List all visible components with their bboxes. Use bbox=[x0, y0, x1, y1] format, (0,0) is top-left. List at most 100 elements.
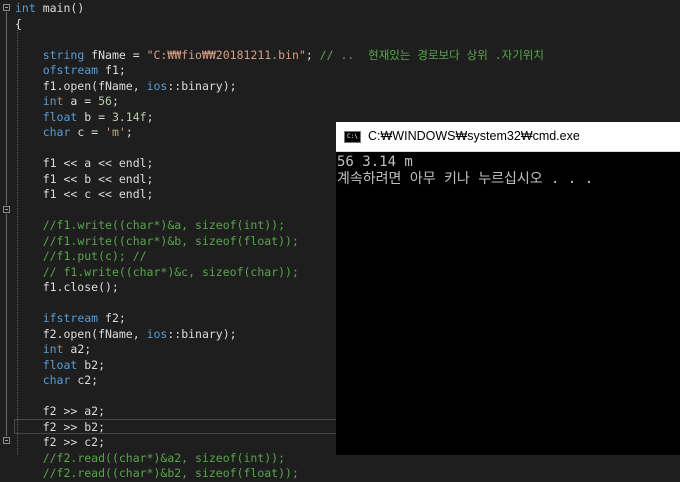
code-token: f2 >> b2; bbox=[15, 419, 106, 434]
code-token: // f1.write((char*)&c, sizeof(char)); bbox=[42, 264, 299, 279]
code-token: int bbox=[42, 342, 64, 356]
code-line[interactable]: //f1.write((char*)&a, sizeof(int)); bbox=[15, 218, 285, 234]
code-token: char bbox=[42, 125, 71, 139]
code-token: f2 >> c2; bbox=[15, 435, 106, 449]
code-line[interactable]: f2 >> c2; bbox=[15, 435, 105, 451]
code-token: f1; bbox=[98, 63, 126, 77]
code-line[interactable]: f1 << a << endl; bbox=[15, 156, 154, 172]
code-token: 3.14f bbox=[111, 109, 147, 124]
code-token: f1 << b << endl; bbox=[15, 171, 154, 186]
code-token: ios bbox=[146, 326, 168, 341]
editor-gutter bbox=[0, 0, 14, 455]
code-line[interactable]: //f1.put(c); // bbox=[15, 249, 147, 265]
code-token: f1 << c << endl; bbox=[15, 187, 154, 201]
code-line[interactable]: ifstream f2; bbox=[15, 311, 126, 327]
code-token: c2; bbox=[70, 373, 99, 387]
console-line: 계속하려면 아무 키나 누르십시오 . . . bbox=[337, 171, 594, 187]
code-token: //f1.put(c); // bbox=[42, 249, 147, 263]
code-line[interactable]: ofstream f1; bbox=[15, 63, 126, 79]
code-token: char bbox=[42, 373, 71, 387]
code-line[interactable]: float b = 3.14f; bbox=[15, 110, 154, 126]
code-token: //f2.read((char*)&b2, sizeof(float)); bbox=[42, 466, 299, 480]
console-output[interactable]: 56 3.14 m 계속하려면 아무 키나 누르십시오 . . . bbox=[337, 154, 679, 188]
code-line[interactable]: f1 << b << endl; bbox=[15, 171, 154, 188]
fold-toggle-icon[interactable] bbox=[3, 206, 10, 213]
code-line[interactable]: f1.close(); bbox=[15, 280, 119, 296]
code-token: b = bbox=[77, 109, 112, 124]
code-token: int bbox=[42, 94, 64, 108]
code-token: //f1.write((char*)&b, sizeof(float)); bbox=[42, 233, 299, 248]
code-token: string bbox=[42, 47, 85, 62]
fold-line bbox=[6, 214, 7, 436]
code-token: a2; bbox=[63, 342, 92, 356]
code-token: ; bbox=[111, 94, 119, 108]
code-token: 56 bbox=[98, 94, 112, 108]
code-token: f1.close(); bbox=[15, 280, 119, 294]
code-token: ; bbox=[146, 109, 154, 124]
cmd-app-icon: C:\ bbox=[344, 131, 361, 143]
fold-toggle-icon[interactable] bbox=[3, 437, 10, 444]
code-line[interactable]: { bbox=[15, 17, 22, 33]
code-line[interactable]: // f1.write((char*)&c, sizeof(char)); bbox=[15, 265, 299, 281]
code-line[interactable]: char c2; bbox=[15, 373, 98, 389]
code-token: main() bbox=[35, 1, 85, 15]
code-token: 'm' bbox=[105, 125, 126, 139]
code-token: "C:₩₩fio₩₩20181211.bin" bbox=[146, 47, 306, 62]
fold-line bbox=[6, 12, 7, 205]
code-line[interactable]: int a = 56; bbox=[15, 94, 119, 110]
code-token: ::binary); bbox=[167, 326, 237, 341]
code-line[interactable]: f1.open(fName, ios::binary); bbox=[15, 79, 237, 95]
code-token: fName = bbox=[84, 47, 147, 62]
code-line[interactable]: int a2; bbox=[15, 342, 91, 358]
code-line[interactable]: char c = 'm'; bbox=[15, 125, 133, 141]
code-token: { bbox=[15, 16, 22, 31]
code-token: //f2.read((char*)&a2, sizeof(int)); bbox=[42, 450, 286, 465]
code-token: f1 << a << endl; bbox=[15, 156, 154, 170]
code-token: ofstream bbox=[42, 63, 99, 77]
code-token: //f1.write((char*)&a, sizeof(int)); bbox=[42, 218, 286, 232]
fold-toggle-icon[interactable] bbox=[3, 4, 10, 11]
code-token: f2 >> a2; bbox=[15, 404, 106, 418]
code-token: f2; bbox=[98, 311, 126, 325]
code-token: ios bbox=[146, 78, 168, 93]
code-line[interactable]: f2 >> b2; bbox=[15, 420, 105, 436]
code-token: ; bbox=[305, 47, 320, 62]
code-token: ::binary); bbox=[167, 78, 237, 93]
code-token: f1.open(fName, bbox=[15, 78, 147, 93]
code-line[interactable]: //f2.read((char*)&a2, sizeof(int)); bbox=[15, 451, 285, 467]
code-token: b2; bbox=[77, 357, 106, 372]
code-line[interactable]: int main() bbox=[15, 1, 84, 17]
cmd-window[interactable]: C:\ C:₩WINDOWS₩system32₩cmd.exe 56 3.14 … bbox=[336, 122, 680, 455]
code-token: // .. 현재있는 경로보다 상위 .자기위치 bbox=[319, 47, 544, 62]
code-token: float bbox=[42, 357, 78, 372]
cmd-titlebar[interactable]: C:\ C:₩WINDOWS₩system32₩cmd.exe bbox=[336, 122, 680, 152]
code-line[interactable]: f2.open(fName, ios::binary); bbox=[15, 327, 237, 343]
code-line[interactable]: string fName = "C:₩₩fio₩₩20181211.bin"; … bbox=[15, 48, 544, 64]
code-token: int bbox=[15, 1, 36, 15]
code-token: ifstream bbox=[42, 311, 99, 325]
code-line[interactable]: f2 >> a2; bbox=[15, 404, 105, 420]
code-line[interactable]: //f2.read((char*)&b2, sizeof(float)); bbox=[15, 466, 299, 482]
code-line[interactable]: float b2; bbox=[15, 358, 105, 374]
cmd-window-title: C:₩WINDOWS₩system32₩cmd.exe bbox=[368, 129, 580, 143]
code-line[interactable]: f1 << c << endl; bbox=[15, 187, 154, 203]
code-token: float bbox=[42, 109, 78, 124]
code-token: ; bbox=[125, 125, 133, 139]
code-line[interactable]: //f1.write((char*)&b, sizeof(float)); bbox=[15, 234, 299, 250]
code-token: a = bbox=[63, 94, 99, 108]
